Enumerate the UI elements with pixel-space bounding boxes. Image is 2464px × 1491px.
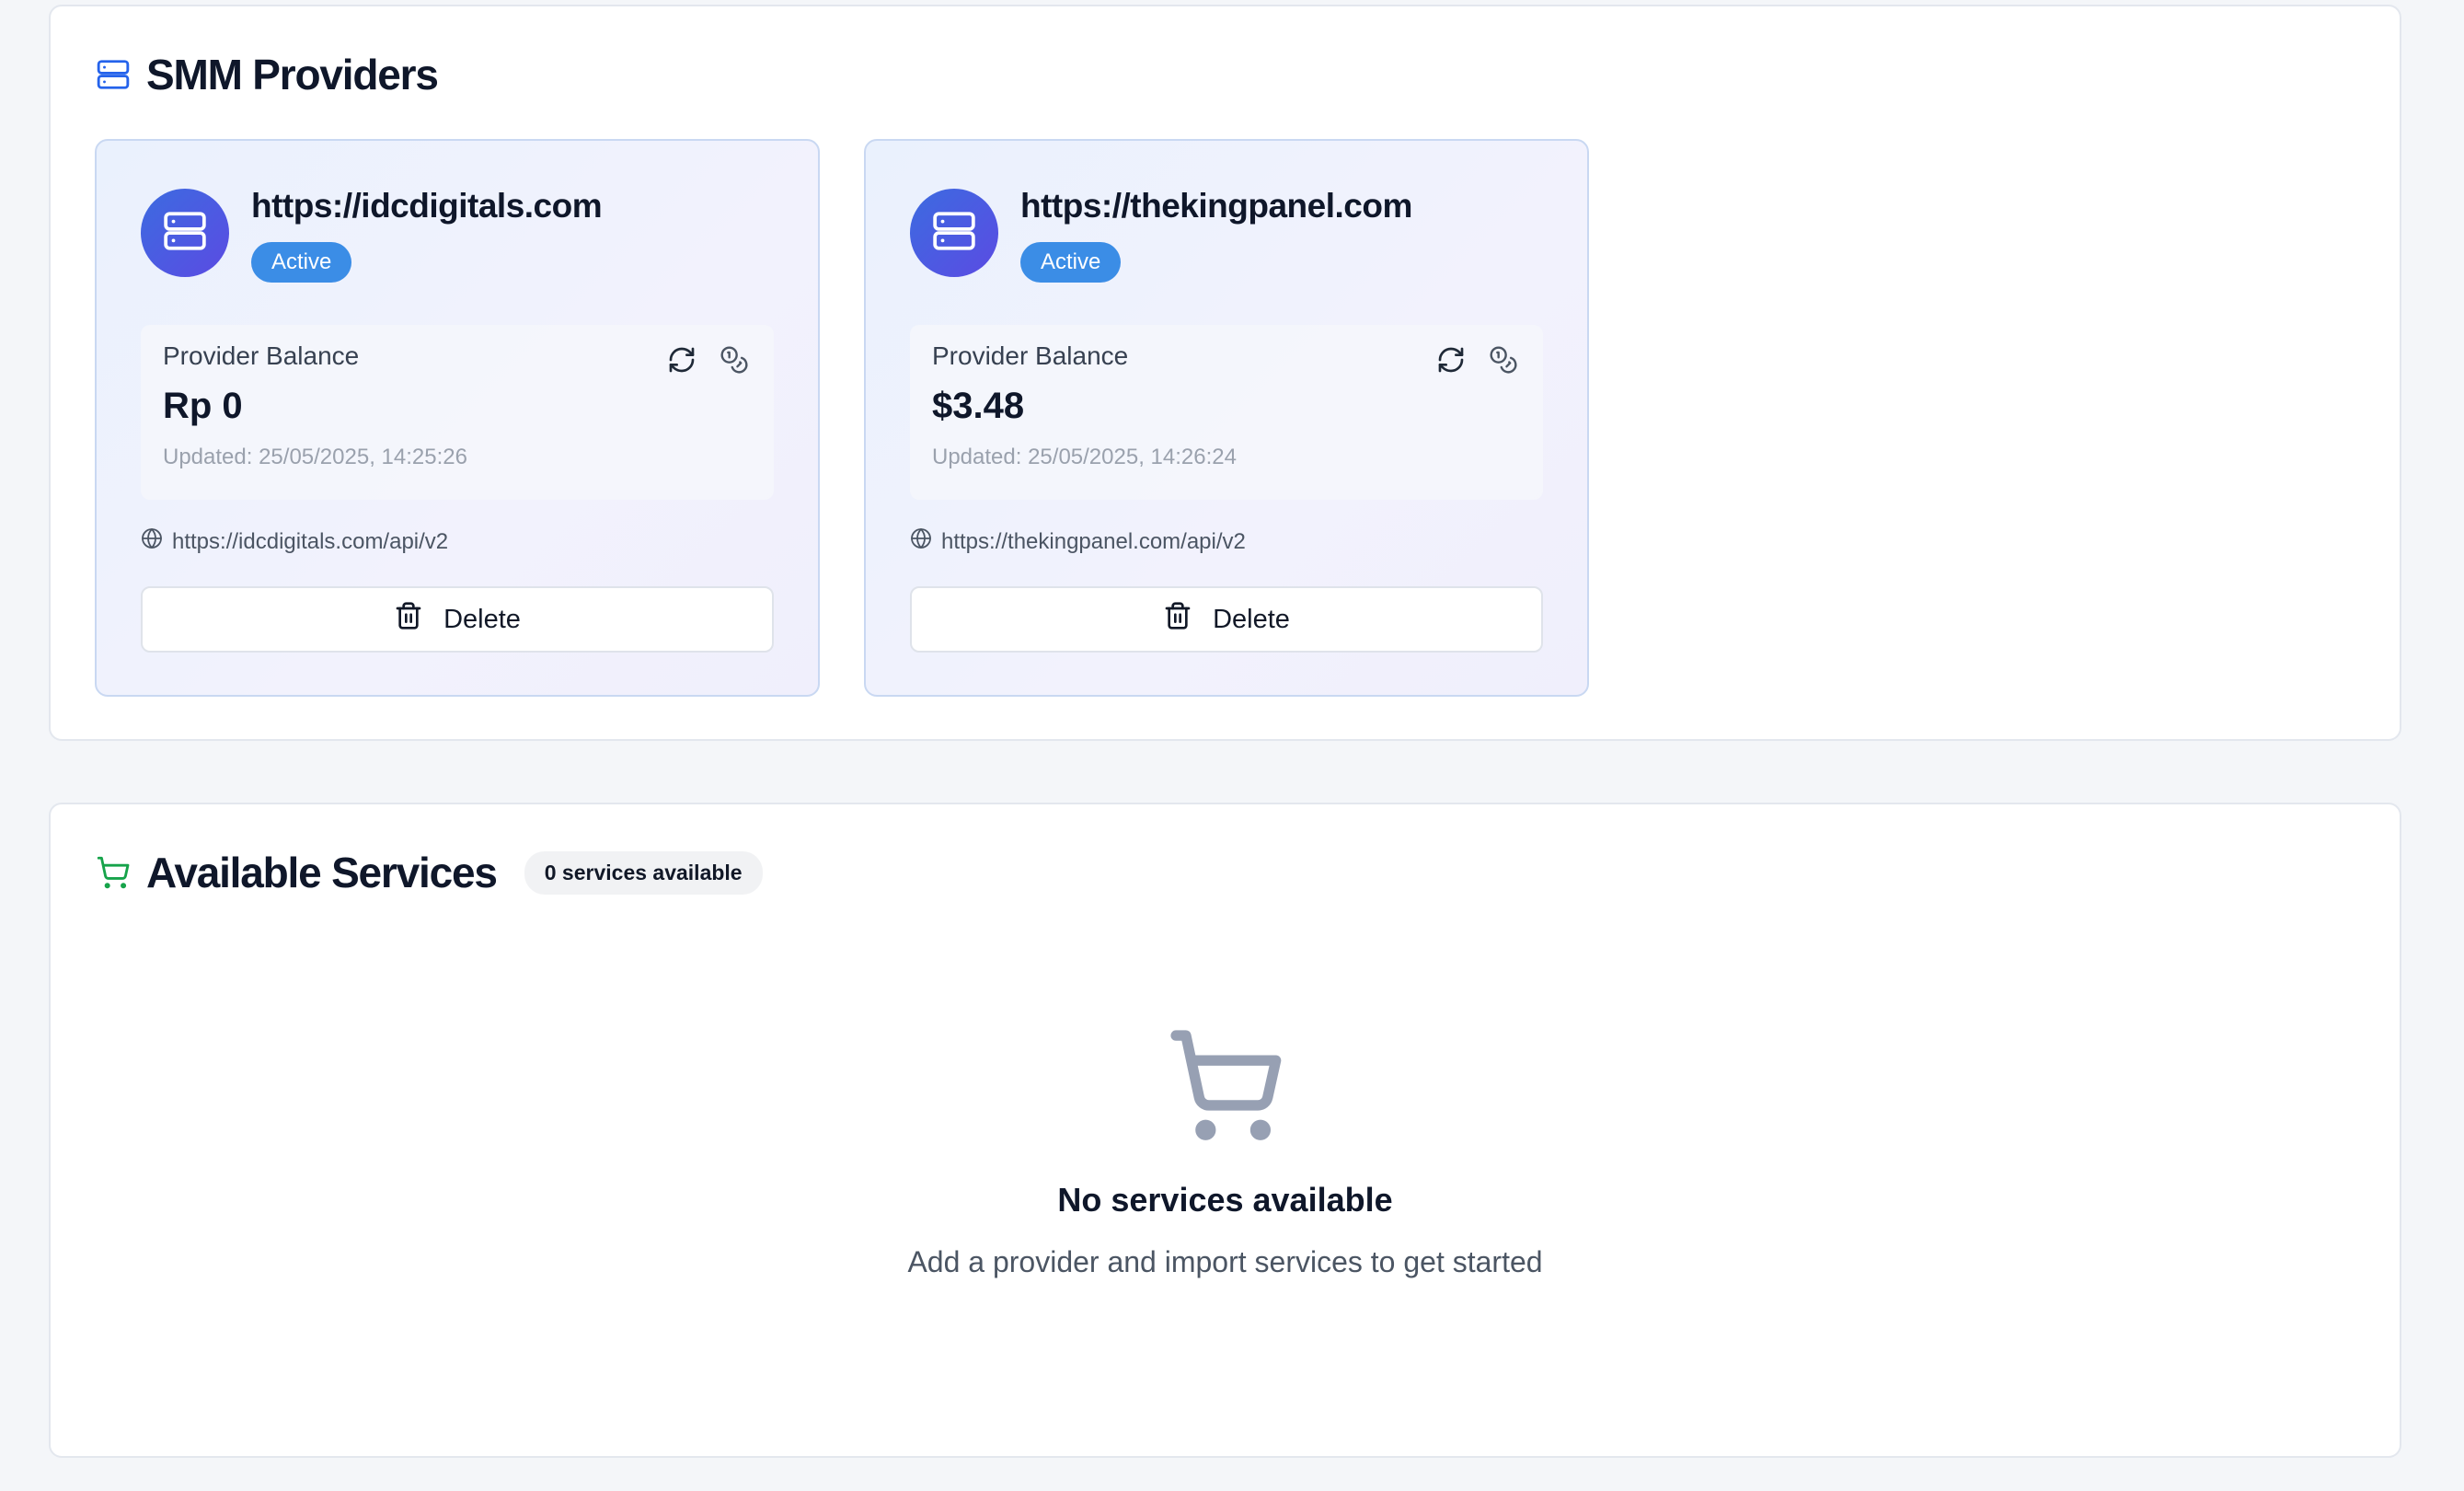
status-badge: Active (251, 242, 352, 283)
providers-panel: SMM Providers https://idcdigitals.com Ac… (49, 5, 2401, 741)
balance-label: Provider Balance (163, 341, 360, 370)
balance-label: Provider Balance (932, 341, 1129, 370)
delete-provider-button[interactable]: Delete (141, 586, 774, 653)
provider-card: https://idcdigitals.com Active Provider … (95, 139, 820, 697)
balance-updated: Updated: 25/05/2025, 14:25:26 (163, 445, 467, 469)
balance-updated: Updated: 25/05/2025, 14:26:24 (932, 445, 1237, 469)
balance-value: Rp 0 (163, 386, 243, 426)
refresh-icon (667, 345, 697, 379)
server-icon (95, 56, 132, 93)
empty-state-subtitle: Add a provider and import services to ge… (907, 1245, 1543, 1278)
empty-state: No services available Add a provider and… (51, 1025, 2400, 1279)
provider-avatar (910, 189, 998, 277)
balance-value: $3.48 (932, 386, 1025, 426)
server-icon (162, 208, 208, 259)
balance-box: Provider Balance (910, 325, 1543, 500)
coins-icon (1489, 345, 1518, 379)
provider-avatar (141, 189, 229, 277)
api-url: https://idcdigitals.com/api/v2 (141, 527, 448, 556)
services-header: Available Services 0 services available (95, 849, 763, 896)
providers-title: SMM Providers (146, 51, 439, 98)
trash-icon (394, 601, 423, 638)
refresh-balance-button[interactable] (663, 343, 700, 380)
coins-button[interactable] (716, 343, 753, 380)
services-count-badge: 0 services available (524, 850, 763, 895)
shopping-cart-icon (1166, 1025, 1285, 1150)
provider-name: https://thekingpanel.com (1020, 187, 1412, 225)
refresh-icon (1436, 345, 1466, 379)
coins-icon (720, 345, 749, 379)
trash-icon (1163, 601, 1192, 638)
services-title: Available Services (146, 849, 498, 896)
status-badge: Active (1020, 242, 1122, 283)
empty-state-title: No services available (1057, 1181, 1393, 1219)
provider-card: https://thekingpanel.com Active Provider… (864, 139, 1589, 697)
api-url-text: https://idcdigitals.com/api/v2 (172, 528, 449, 554)
coins-button[interactable] (1485, 343, 1522, 380)
globe-icon (141, 527, 163, 556)
balance-box: Provider Balance (141, 325, 774, 500)
delete-provider-button[interactable]: Delete (910, 586, 1543, 653)
delete-label: Delete (443, 604, 521, 634)
api-url: https://thekingpanel.com/api/v2 (910, 527, 1246, 556)
provider-name: https://idcdigitals.com (251, 187, 603, 225)
api-url-text: https://thekingpanel.com/api/v2 (941, 528, 1246, 554)
server-icon (931, 208, 977, 259)
shopping-cart-icon (95, 854, 132, 891)
refresh-balance-button[interactable] (1433, 343, 1469, 380)
delete-label: Delete (1213, 604, 1290, 634)
providers-header: SMM Providers (95, 51, 439, 98)
services-panel: Available Services 0 services available … (49, 803, 2401, 1458)
globe-icon (910, 527, 932, 556)
